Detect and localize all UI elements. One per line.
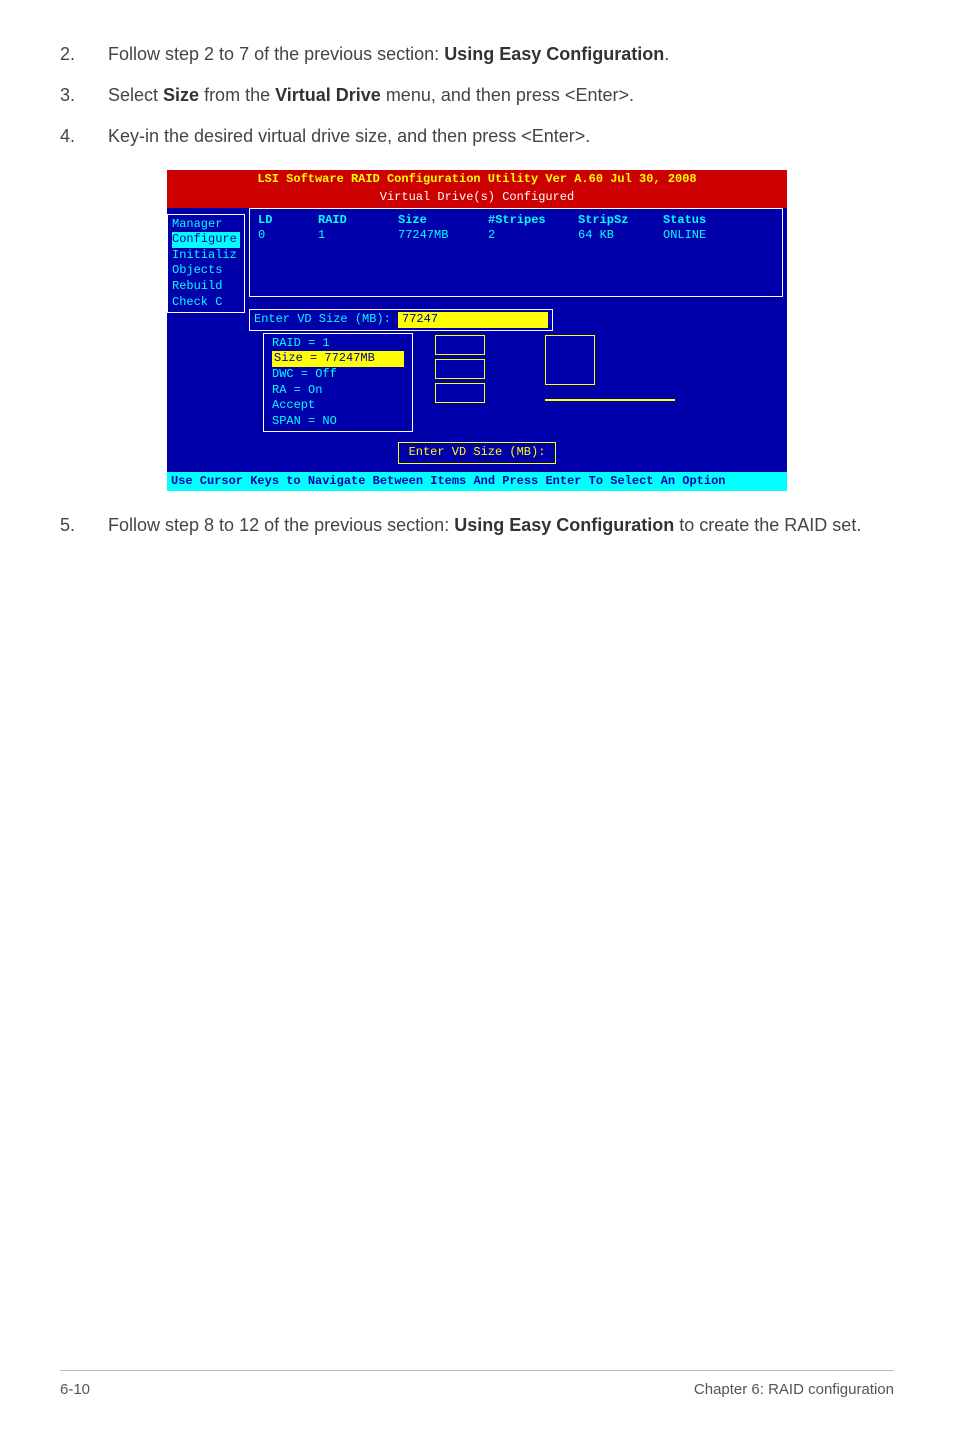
yellow-box-icon: [435, 335, 485, 355]
bios-subtitle: Virtual Drive(s) Configured: [167, 190, 787, 208]
step-4: 4. Key-in the desired virtual drive size…: [60, 122, 894, 151]
step-5: 5. Follow step 8 to 12 of the previous s…: [60, 511, 894, 540]
steps-top: 2. Follow step 2 to 7 of the previous se…: [60, 40, 894, 150]
step-text: Follow step 2 to 7 of the previous secti…: [108, 40, 894, 69]
table-data-row: 0 1 77247MB 2 64 KB ONLINE: [250, 228, 782, 244]
step-text: Select Size from the Virtual Drive menu,…: [108, 81, 894, 110]
th-raid: RAID: [318, 213, 398, 229]
page-number: 6-10: [60, 1381, 90, 1398]
menu-item[interactable]: Initializ: [172, 248, 240, 264]
th-status: Status: [663, 213, 753, 229]
vd-size-input[interactable]: 77247: [398, 312, 548, 328]
td-raid: 1: [318, 228, 398, 244]
bios-left-menu[interactable]: Manager Configure Initializ Objects Rebu…: [167, 214, 245, 314]
yellow-line-icon: [545, 399, 675, 401]
td-stripsz: 64 KB: [578, 228, 663, 244]
th-stripes: #Stripes: [488, 213, 578, 229]
vd-size-input-box[interactable]: Enter VD Size (MB): 77247: [249, 309, 553, 331]
prop-raid[interactable]: RAID = 1: [272, 336, 404, 352]
td-size: 77247MB: [398, 228, 488, 244]
step-num: 2.: [60, 40, 108, 69]
prop-span[interactable]: SPAN = NO: [272, 414, 404, 430]
td-stripes: 2: [488, 228, 578, 244]
menu-item[interactable]: Check C: [172, 295, 240, 311]
input-label: Enter VD Size (MB):: [254, 312, 391, 326]
menu-item[interactable]: Manager: [172, 217, 240, 233]
menu-item-selected[interactable]: Configure: [172, 232, 240, 248]
bios-screenshot: LSI Software RAID Configuration Utility …: [167, 170, 787, 491]
table-header-row: LD RAID Size #Stripes StripSz Status: [250, 213, 782, 229]
td-status: ONLINE: [663, 228, 753, 244]
th-ld: LD: [258, 213, 318, 229]
menu-item[interactable]: Rebuild: [172, 279, 240, 295]
step-2: 2. Follow step 2 to 7 of the previous se…: [60, 40, 894, 69]
bios-footer-hint: Use Cursor Keys to Navigate Between Item…: [167, 472, 787, 492]
prop-ra[interactable]: RA = On: [272, 383, 404, 399]
yellow-box-icon: [435, 359, 485, 379]
th-stripsz: StripSz: [578, 213, 663, 229]
bios-title: LSI Software RAID Configuration Utility …: [167, 170, 787, 190]
prop-accept[interactable]: Accept: [272, 398, 404, 414]
prop-dwc[interactable]: DWC = Off: [272, 367, 404, 383]
enter-vd-size-prompt: Enter VD Size (MB):: [398, 442, 557, 464]
prop-size-selected[interactable]: Size = 77247MB: [272, 351, 404, 367]
vd-configured-box: LD RAID Size #Stripes StripSz Status 0 1…: [249, 208, 783, 297]
th-size: Size: [398, 213, 488, 229]
step-num: 5.: [60, 511, 108, 540]
vd-properties-box[interactable]: RAID = 1 Size = 77247MB DWC = Off RA = O…: [263, 333, 413, 433]
page-footer: 6-10 Chapter 6: RAID configuration: [60, 1370, 894, 1398]
steps-bottom: 5. Follow step 8 to 12 of the previous s…: [60, 511, 894, 540]
chapter-label: Chapter 6: RAID configuration: [694, 1381, 894, 1398]
td-ld: 0: [258, 228, 318, 244]
step-text: Follow step 8 to 12 of the previous sect…: [108, 511, 894, 540]
step-num: 4.: [60, 122, 108, 151]
step-3: 3. Select Size from the Virtual Drive me…: [60, 81, 894, 110]
yellow-box-icon: [545, 335, 595, 385]
yellow-box-icon: [435, 383, 485, 403]
menu-item[interactable]: Objects: [172, 263, 240, 279]
step-text: Key-in the desired virtual drive size, a…: [108, 122, 894, 151]
step-num: 3.: [60, 81, 108, 110]
